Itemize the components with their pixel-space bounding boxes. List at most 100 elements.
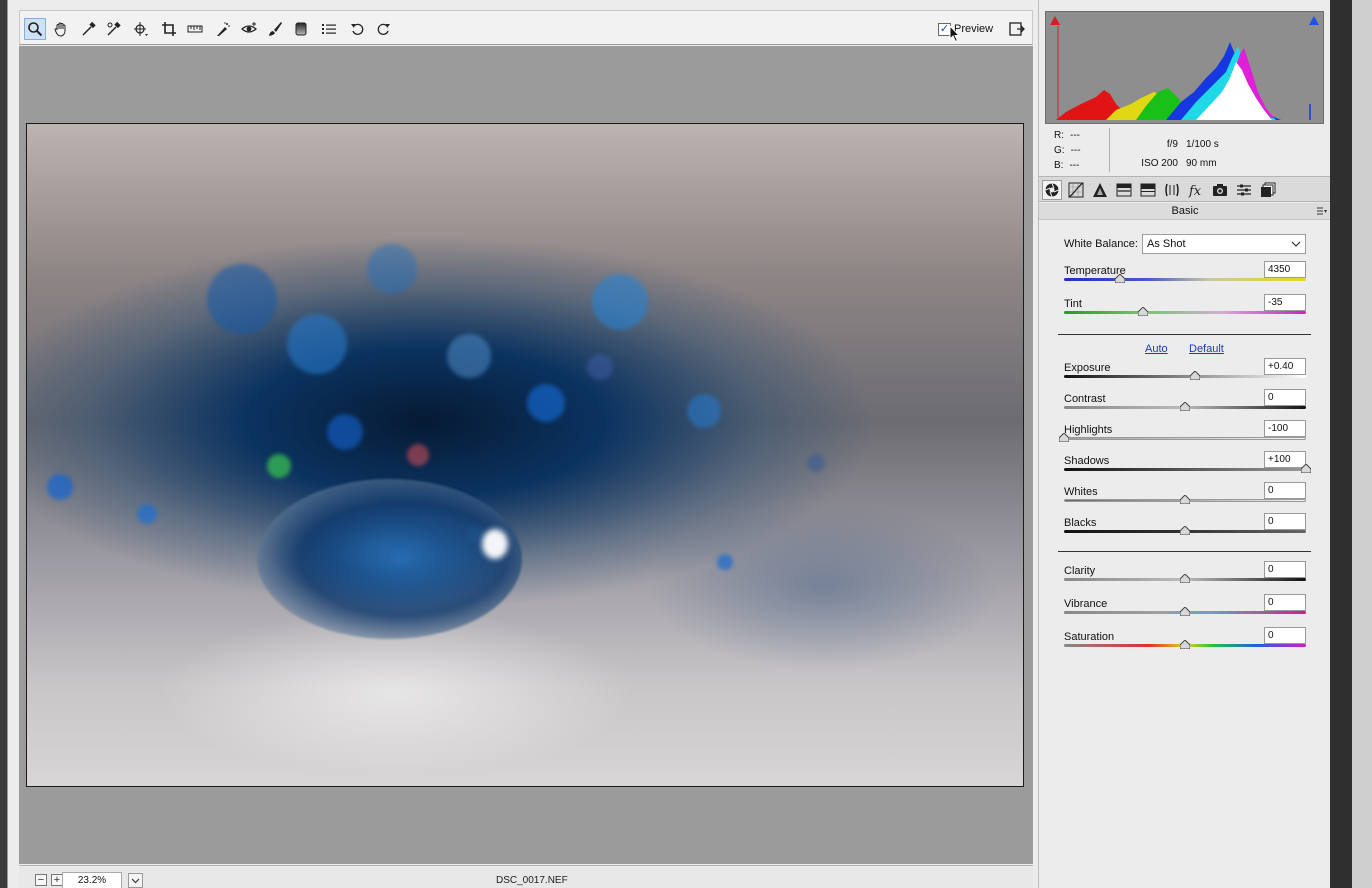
zoom-level-field[interactable]: 23.2% xyxy=(62,872,122,888)
clarity-label: Clarity xyxy=(1064,565,1096,577)
auto-link[interactable]: Auto xyxy=(1145,343,1168,355)
rgb-readout: R: --- G: --- B: --- xyxy=(1054,128,1081,173)
tab-hsl[interactable] xyxy=(1114,180,1134,200)
tab-lens-corrections[interactable] xyxy=(1162,180,1182,200)
graduated-filter-icon[interactable] xyxy=(290,18,312,40)
rotate-left-icon[interactable] xyxy=(347,18,369,40)
highlights-thumb[interactable] xyxy=(1059,433,1069,442)
temperature-input[interactable]: 4350 xyxy=(1264,261,1306,278)
aperture-icon xyxy=(1045,183,1059,197)
blacks-input[interactable]: 0 xyxy=(1264,513,1306,530)
fx-icon: fx xyxy=(1188,184,1202,198)
adjustment-brush-icon[interactable] xyxy=(264,18,286,40)
mouse-cursor-icon xyxy=(949,25,961,43)
white-balance-select[interactable]: As Shot xyxy=(1142,234,1306,254)
tab-effects[interactable]: fx xyxy=(1186,180,1206,200)
white-balance-label: White Balance: xyxy=(1064,238,1138,250)
clarity-thumb[interactable] xyxy=(1180,574,1190,583)
photo-preview[interactable] xyxy=(26,123,1024,787)
shadows-thumb[interactable] xyxy=(1301,464,1311,473)
temperature-slider-row: Temperature 4350 xyxy=(1064,261,1306,291)
shadows-slider-row: Shadows +100 xyxy=(1064,451,1311,481)
whites-input[interactable]: 0 xyxy=(1264,482,1306,499)
blacks-thumb[interactable] xyxy=(1180,526,1190,535)
tab-snapshots[interactable] xyxy=(1258,180,1278,200)
spot-removal-tool-icon[interactable] xyxy=(212,18,234,40)
image-canvas[interactable] xyxy=(19,46,1033,864)
tab-tone-curve[interactable] xyxy=(1066,180,1086,200)
highlights-input[interactable]: -100 xyxy=(1264,420,1306,437)
clarity-slider-row: Clarity 0 xyxy=(1064,561,1306,591)
shadows-label: Shadows xyxy=(1064,455,1110,467)
highlight-clipping-warning-icon[interactable] xyxy=(1309,16,1319,25)
tab-detail[interactable] xyxy=(1090,180,1110,200)
iso-value: ISO 200 xyxy=(1141,158,1178,169)
highlights-track[interactable] xyxy=(1064,437,1306,440)
rgb-row-b: B: --- xyxy=(1054,158,1081,173)
exposure-input[interactable]: +0.40 xyxy=(1264,358,1306,375)
tint-input[interactable]: -35 xyxy=(1264,294,1306,311)
tab-camera-calibration[interactable] xyxy=(1210,180,1230,200)
section-divider xyxy=(1058,551,1311,552)
fullscreen-toggle-icon[interactable] xyxy=(1006,18,1028,40)
tab-presets[interactable] xyxy=(1234,180,1254,200)
crop-tool-icon[interactable] xyxy=(158,18,180,40)
temperature-track[interactable] xyxy=(1064,278,1306,281)
histogram-graph xyxy=(1056,26,1311,120)
tab-split-toning[interactable] xyxy=(1138,180,1158,200)
white-balance-tool-icon[interactable] xyxy=(78,18,100,40)
whites-slider-row: Whites 0 xyxy=(1064,482,1306,512)
list-icon[interactable] xyxy=(318,18,340,40)
chevron-down-icon xyxy=(131,878,140,883)
rotate-right-icon[interactable] xyxy=(372,18,394,40)
temperature-thumb[interactable] xyxy=(1114,274,1125,283)
zoom-dropdown-button[interactable] xyxy=(128,873,143,888)
svg-text:fx: fx xyxy=(1188,184,1202,198)
zoom-tool-icon[interactable] xyxy=(24,18,46,40)
exposure-thumb[interactable] xyxy=(1189,371,1200,380)
exposure-track[interactable] xyxy=(1064,375,1306,378)
hand-tool-icon[interactable] xyxy=(50,18,72,40)
focal-length-value: 90 mm xyxy=(1186,158,1217,169)
color-sampler-tool-icon[interactable] xyxy=(103,18,125,40)
rgb-label: R: xyxy=(1054,130,1064,141)
whites-thumb[interactable] xyxy=(1180,495,1190,504)
exposure-label: Exposure xyxy=(1064,362,1111,374)
vibrance-thumb[interactable] xyxy=(1180,607,1190,616)
saturation-thumb[interactable] xyxy=(1180,640,1190,649)
contrast-input[interactable]: 0 xyxy=(1264,389,1306,406)
camera-raw-window: ✓ Preview − + 23.2% DSC_0017.NEF R: --- … xyxy=(7,0,1331,888)
vibrance-input[interactable]: 0 xyxy=(1264,594,1306,611)
camera-info: f/9 1/100 s ISO 200 90 mm xyxy=(1134,135,1219,173)
clarity-input[interactable]: 0 xyxy=(1264,561,1306,578)
blacks-slider-row: Blacks 0 xyxy=(1064,513,1306,543)
right-panel: R: --- G: --- B: --- f/9 1/100 s ISO 200… xyxy=(1038,0,1331,888)
exposure-slider-row: Exposure +0.40 xyxy=(1064,358,1306,388)
lens-corrections-icon xyxy=(1165,183,1179,197)
red-eye-removal-icon[interactable] xyxy=(238,18,260,40)
straighten-tool-icon[interactable] xyxy=(184,18,206,40)
tint-track[interactable] xyxy=(1064,311,1306,314)
hsl-icon xyxy=(1116,183,1132,197)
tone-curve-icon xyxy=(1068,182,1084,198)
shadows-track[interactable] xyxy=(1064,468,1306,471)
aperture-value: f/9 xyxy=(1166,139,1178,150)
metadata-divider xyxy=(1109,128,1110,172)
histogram xyxy=(1045,11,1324,124)
contrast-thumb[interactable] xyxy=(1180,402,1190,411)
zoom-out-button[interactable]: − xyxy=(35,874,47,886)
saturation-label: Saturation xyxy=(1064,631,1115,643)
shadow-clipping-warning-icon[interactable] xyxy=(1050,16,1060,25)
vibrance-label: Vibrance xyxy=(1064,598,1108,610)
targeted-adjustment-tool-icon[interactable] xyxy=(130,18,152,40)
background-window-edge xyxy=(1330,0,1372,888)
preview-toggle[interactable]: ✓ Preview xyxy=(938,21,993,37)
saturation-input[interactable]: 0 xyxy=(1264,627,1306,644)
status-bar: − + 23.2% DSC_0017.NEF xyxy=(19,865,1033,888)
tint-thumb[interactable] xyxy=(1137,307,1148,316)
panel-menu-icon[interactable] xyxy=(1317,207,1327,215)
tab-basic[interactable] xyxy=(1042,180,1062,200)
shadows-input[interactable]: +100 xyxy=(1264,451,1306,468)
shutter-speed-value: 1/100 s xyxy=(1186,139,1219,150)
default-link[interactable]: Default xyxy=(1189,343,1224,355)
